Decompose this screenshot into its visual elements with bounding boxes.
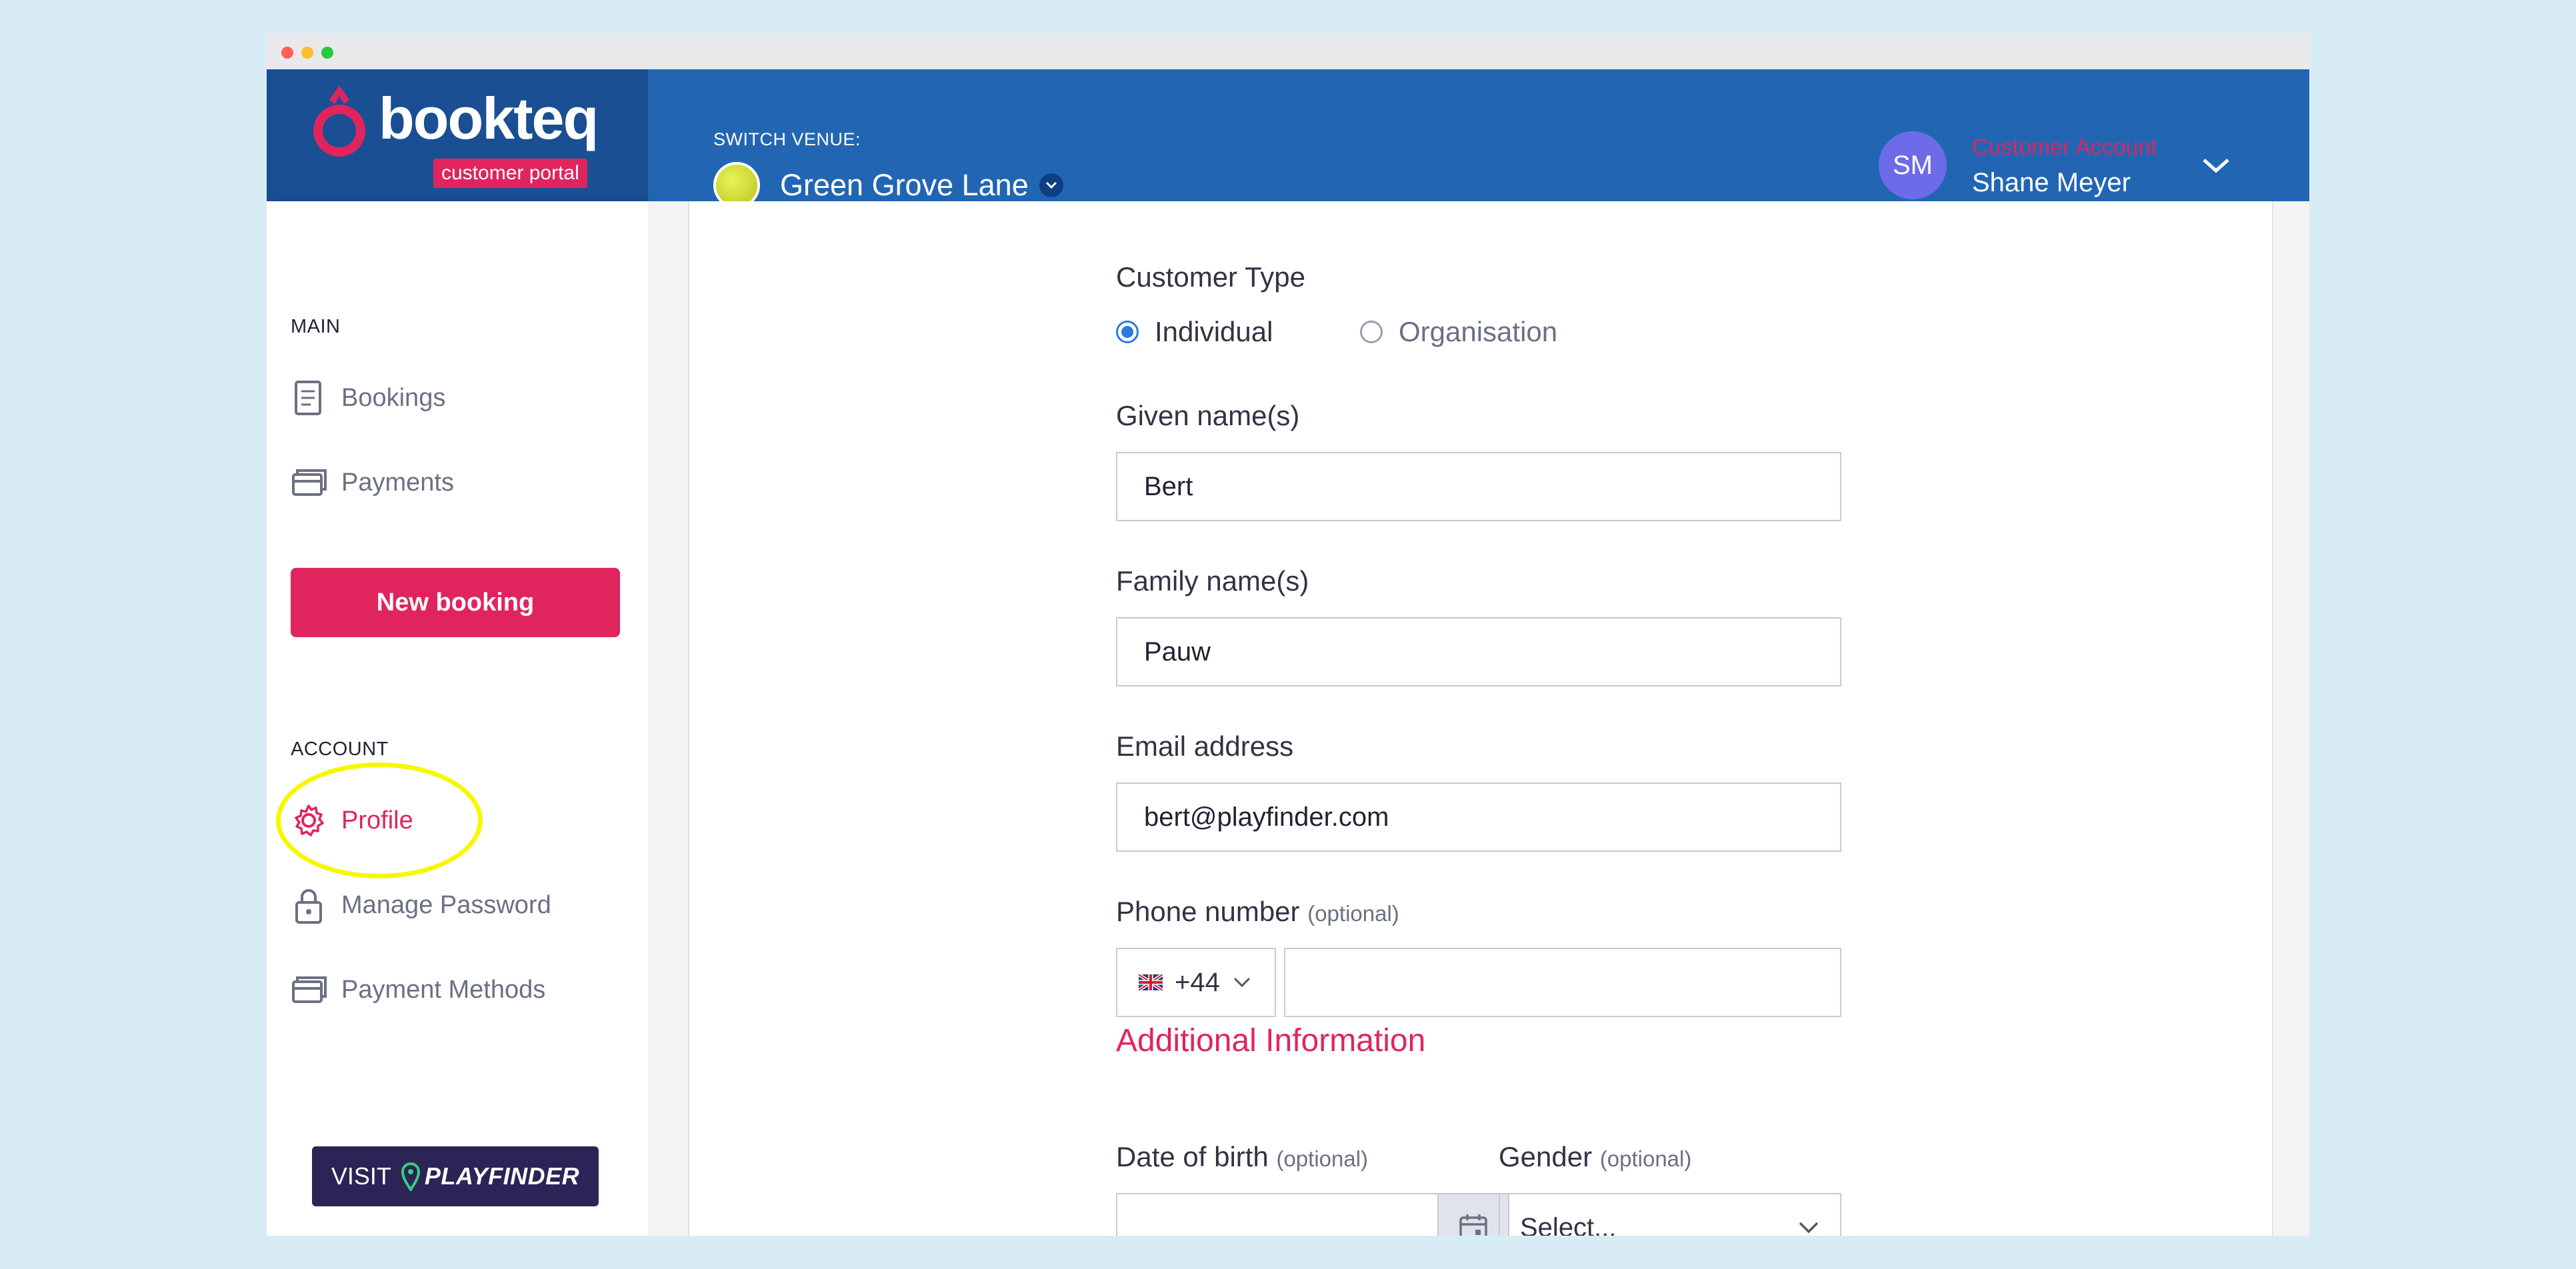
sidebar-item-bookings[interactable]: Bookings xyxy=(291,375,445,421)
sidebar-item-label: Manage Password xyxy=(341,890,551,919)
sidebar: MAIN Bookings Payments New booking ACCOU… xyxy=(267,201,648,1236)
given-name-label: Given name(s) xyxy=(1116,400,1300,431)
main-section-label: MAIN xyxy=(291,316,341,337)
email-label: Email address xyxy=(1116,730,1294,762)
optional-label: (optional) xyxy=(1599,1146,1692,1171)
map-pin-icon xyxy=(401,1162,420,1191)
close-window-button[interactable] xyxy=(281,47,293,59)
dob-label-text: Date of birth xyxy=(1116,1141,1269,1172)
radio-individual[interactable]: Individual xyxy=(1116,316,1273,348)
account-name[interactable]: Shane Meyer xyxy=(1972,168,2131,198)
new-booking-button[interactable]: New booking xyxy=(291,568,620,637)
portal-badge: customer portal xyxy=(433,159,587,188)
window-titlebar xyxy=(267,33,2309,69)
minimize-window-button[interactable] xyxy=(301,47,313,59)
additional-information-title: Additional Information xyxy=(1116,1023,1426,1058)
calendar-button[interactable] xyxy=(1437,1194,1508,1236)
gender-label: Gender (optional) xyxy=(1499,1141,1691,1173)
date-of-birth-input[interactable] xyxy=(1116,1193,1509,1236)
lock-icon xyxy=(295,889,322,924)
logo-text: bookteq xyxy=(379,85,599,151)
family-name-input[interactable]: Pauw xyxy=(1116,617,1841,686)
account-section-label: ACCOUNT xyxy=(291,738,389,760)
playfinder-brand: PLAYFINDER xyxy=(424,1162,580,1190)
cards-icon xyxy=(292,976,327,1003)
sidebar-item-label: Bookings xyxy=(341,383,446,412)
radio-label: Organisation xyxy=(1399,316,1558,347)
family-name-label: Family name(s) xyxy=(1116,565,1309,597)
browser-window: bookteq customer portal SWITCH VENUE: Gr… xyxy=(267,33,2309,1236)
sidebar-item-label: Profile xyxy=(341,806,413,834)
sidebar-item-label: Payment Methods xyxy=(341,975,546,1004)
chevron-down-icon[interactable] xyxy=(1039,173,1063,197)
radio-organisation[interactable]: Organisation xyxy=(1360,316,1557,348)
maximize-window-button[interactable] xyxy=(321,47,333,59)
receipt-icon xyxy=(295,381,321,415)
dob-field[interactable] xyxy=(1117,1194,1437,1236)
account-type: Customer Account xyxy=(1972,135,2157,160)
dob-label: Date of birth (optional) xyxy=(1116,1141,1368,1173)
chevron-down-icon xyxy=(1233,977,1250,988)
sidebar-item-label: Payments xyxy=(341,468,454,497)
phone-label-text: Phone number xyxy=(1116,896,1300,927)
gender-select[interactable]: Select... xyxy=(1499,1193,1841,1236)
phone-number-input[interactable] xyxy=(1284,948,1841,1017)
sidebar-item-payments[interactable]: Payments xyxy=(291,459,454,506)
app-header: bookteq customer portal SWITCH VENUE: Gr… xyxy=(267,69,2309,209)
sidebar-item-profile[interactable]: Profile xyxy=(291,797,413,844)
main-content: Customer Type Individual Organisation Gi… xyxy=(648,201,2309,1236)
visit-playfinder-button[interactable]: VISIT PLAYFINDER xyxy=(312,1146,599,1206)
gear-icon xyxy=(295,804,324,836)
sidebar-item-manage-password[interactable]: Manage Password xyxy=(291,882,551,928)
given-name-input[interactable]: Bert xyxy=(1116,452,1841,521)
visit-label: VISIT xyxy=(331,1162,391,1190)
country-code: +44 xyxy=(1175,967,1220,997)
customer-type-label: Customer Type xyxy=(1116,261,1306,293)
chevron-down-icon xyxy=(1799,1222,1819,1234)
optional-label: (optional) xyxy=(1276,1146,1369,1171)
cards-icon xyxy=(292,469,327,496)
logo[interactable]: bookteq customer portal xyxy=(267,69,648,201)
radio-circle xyxy=(1116,321,1139,343)
profile-form-card: Customer Type Individual Organisation Gi… xyxy=(688,201,2273,1236)
switch-venue-label: SWITCH VENUE: xyxy=(713,129,861,149)
radio-circle xyxy=(1360,321,1383,343)
optional-label: (optional) xyxy=(1307,901,1399,926)
phone-label: Phone number (optional) xyxy=(1116,896,1399,928)
uk-flag-icon xyxy=(1139,974,1163,990)
account-menu-chevron-icon[interactable] xyxy=(2200,156,2232,176)
venue-name: Green Grove Lane xyxy=(780,168,1029,202)
email-input[interactable]: bert@playfinder.com xyxy=(1116,782,1841,852)
calendar-icon xyxy=(1459,1214,1487,1236)
sidebar-item-payment-methods[interactable]: Payment Methods xyxy=(291,966,545,1013)
phone-country-select[interactable]: +44 xyxy=(1116,948,1276,1017)
avatar[interactable]: SM xyxy=(1879,131,1947,199)
gender-selected-value: Select... xyxy=(1520,1212,1617,1236)
radio-label: Individual xyxy=(1155,316,1273,347)
bookteq-logo-icon xyxy=(313,85,365,157)
gender-label-text: Gender xyxy=(1499,1141,1593,1172)
